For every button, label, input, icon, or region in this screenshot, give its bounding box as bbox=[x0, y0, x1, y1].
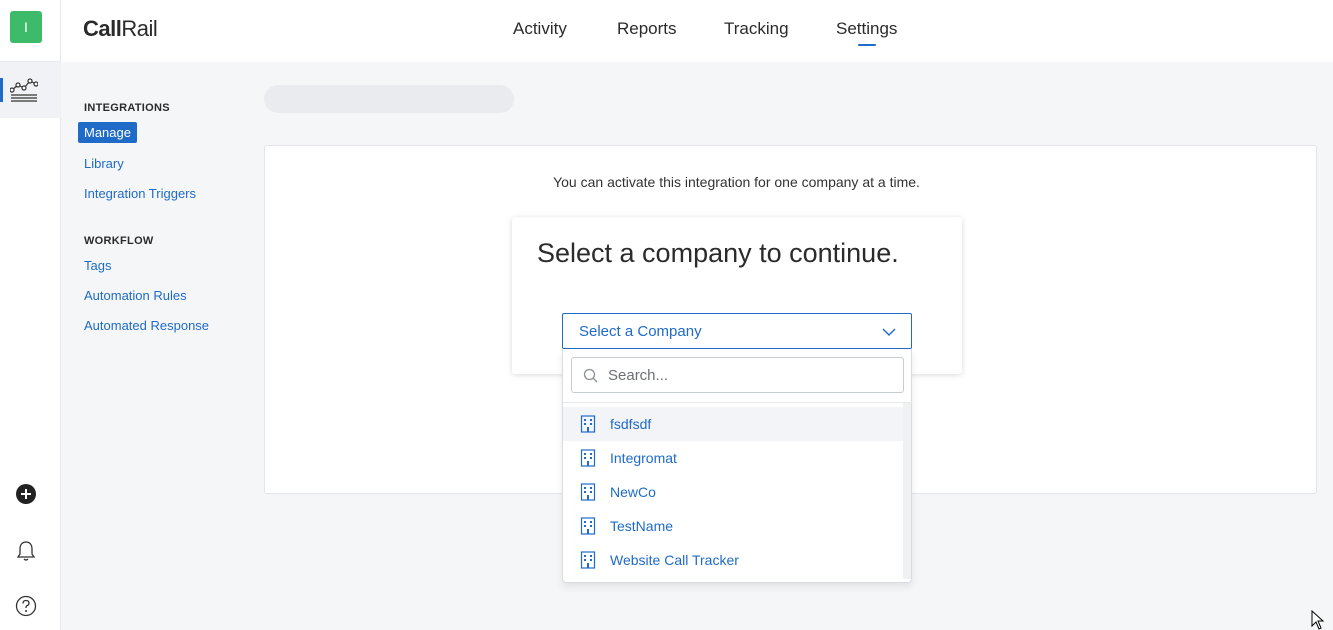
notifications-button[interactable] bbox=[14, 539, 38, 563]
chevron-down-icon bbox=[882, 328, 896, 336]
company-option[interactable]: TestName bbox=[563, 509, 903, 543]
mouse-cursor-icon bbox=[1311, 610, 1325, 630]
company-options: fsdfsdf Integromat NewCo TestName Websit… bbox=[563, 407, 903, 577]
sidebar-item-integration-triggers[interactable]: Integration Triggers bbox=[84, 186, 196, 201]
company-option[interactable]: NewCo bbox=[563, 475, 903, 509]
account-avatar[interactable]: I bbox=[10, 11, 42, 43]
company-option[interactable]: Website Call Tracker bbox=[563, 543, 903, 577]
sidebar-item-automation-rules[interactable]: Automation Rules bbox=[84, 288, 187, 303]
company-select[interactable]: Select a Company bbox=[562, 313, 912, 349]
building-icon bbox=[580, 415, 596, 433]
activation-message: You can activate this integration for on… bbox=[553, 174, 920, 190]
search-input[interactable] bbox=[608, 365, 888, 385]
company-select-label: Select a Company bbox=[579, 323, 702, 340]
building-icon bbox=[580, 551, 596, 569]
left-rail: I bbox=[0, 0, 61, 630]
logo-part-call: Call bbox=[83, 16, 122, 41]
nav-settings[interactable]: Settings bbox=[836, 19, 897, 39]
company-option[interactable]: Integromat bbox=[563, 441, 903, 475]
search-icon bbox=[583, 368, 598, 383]
sidebar-item-automated-response[interactable]: Automated Response bbox=[84, 318, 209, 333]
building-icon bbox=[580, 449, 596, 467]
company-search bbox=[571, 357, 904, 393]
sidebar-item-manage[interactable]: Manage bbox=[78, 122, 137, 143]
logo-part-rail: Rail bbox=[121, 16, 158, 41]
dropdown-divider bbox=[563, 402, 912, 403]
company-option-label: fsdfsdf bbox=[610, 416, 652, 432]
company-option-label: Website Call Tracker bbox=[610, 552, 739, 568]
nav-activity[interactable]: Activity bbox=[513, 19, 567, 39]
sidebar-item-tags[interactable]: Tags bbox=[84, 258, 111, 273]
help-button[interactable] bbox=[14, 594, 38, 618]
callrail-logo[interactable]: CallRail bbox=[83, 16, 158, 42]
sidebar-item-library[interactable]: Library bbox=[84, 156, 124, 171]
help-icon bbox=[15, 595, 37, 617]
loading-placeholder bbox=[264, 85, 514, 113]
company-option-label: Integromat bbox=[610, 450, 677, 466]
add-button[interactable] bbox=[14, 482, 38, 506]
dropdown-scrollbar[interactable] bbox=[903, 403, 911, 579]
plus-circle-icon bbox=[16, 484, 36, 504]
active-indicator bbox=[0, 78, 3, 102]
analytics-nav[interactable] bbox=[0, 62, 61, 118]
company-option-label: NewCo bbox=[610, 484, 656, 500]
nav-tracking[interactable]: Tracking bbox=[724, 19, 789, 39]
company-option-label: TestName bbox=[610, 518, 674, 534]
building-icon bbox=[580, 483, 596, 501]
bell-icon bbox=[16, 541, 36, 561]
card-title: Select a company to continue. bbox=[537, 238, 899, 268]
company-dropdown: fsdfsdf Integromat NewCo bbox=[562, 349, 912, 583]
analytics-icon bbox=[10, 78, 38, 102]
integrations-heading: INTEGRATIONS bbox=[84, 102, 170, 114]
company-option[interactable]: fsdfsdf bbox=[563, 407, 903, 441]
nav-reports[interactable]: Reports bbox=[617, 19, 677, 39]
workflow-heading: WORKFLOW bbox=[84, 235, 154, 247]
building-icon bbox=[580, 517, 596, 535]
top-bar: CallRail Activity Reports Tracking Setti… bbox=[61, 0, 1333, 62]
